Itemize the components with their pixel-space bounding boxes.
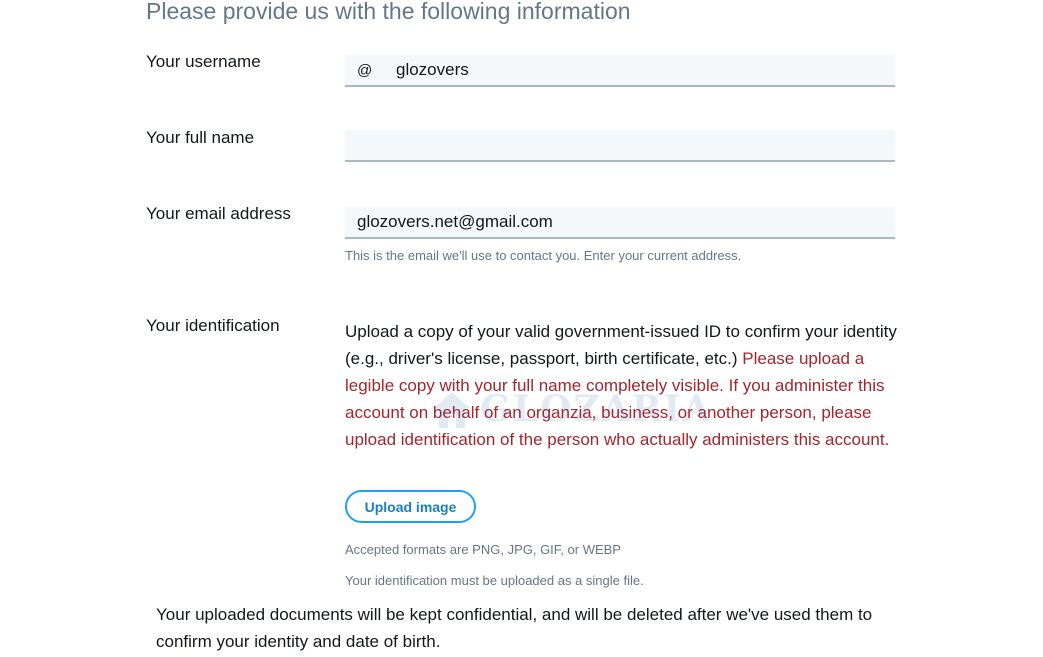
full-name-field[interactable] xyxy=(345,130,895,162)
identification-label: Your identification xyxy=(146,316,280,335)
email-field[interactable] xyxy=(345,207,895,239)
upload-image-button[interactable]: Upload image xyxy=(345,490,476,523)
full-name-label: Your full name xyxy=(146,128,255,147)
at-sign-prefix: @ xyxy=(357,62,373,79)
identification-instructions: Upload a copy of your valid government-i… xyxy=(345,318,905,453)
email-input[interactable] xyxy=(357,207,877,237)
accepted-formats-note: Accepted formats are PNG, JPG, GIF, or W… xyxy=(345,542,621,557)
username-input[interactable] xyxy=(396,55,876,85)
email-label: Your email address xyxy=(146,204,291,223)
email-help-text: This is the email we'll use to contact y… xyxy=(345,248,742,263)
username-label: Your username xyxy=(146,52,261,71)
single-file-note: Your identification must be uploaded as … xyxy=(345,573,644,588)
confidential-note: Your uploaded documents will be kept con… xyxy=(156,605,873,651)
page-heading: Please provide us with the following inf… xyxy=(146,0,631,24)
full-name-input[interactable] xyxy=(357,130,877,160)
username-field[interactable]: @ xyxy=(345,55,895,87)
